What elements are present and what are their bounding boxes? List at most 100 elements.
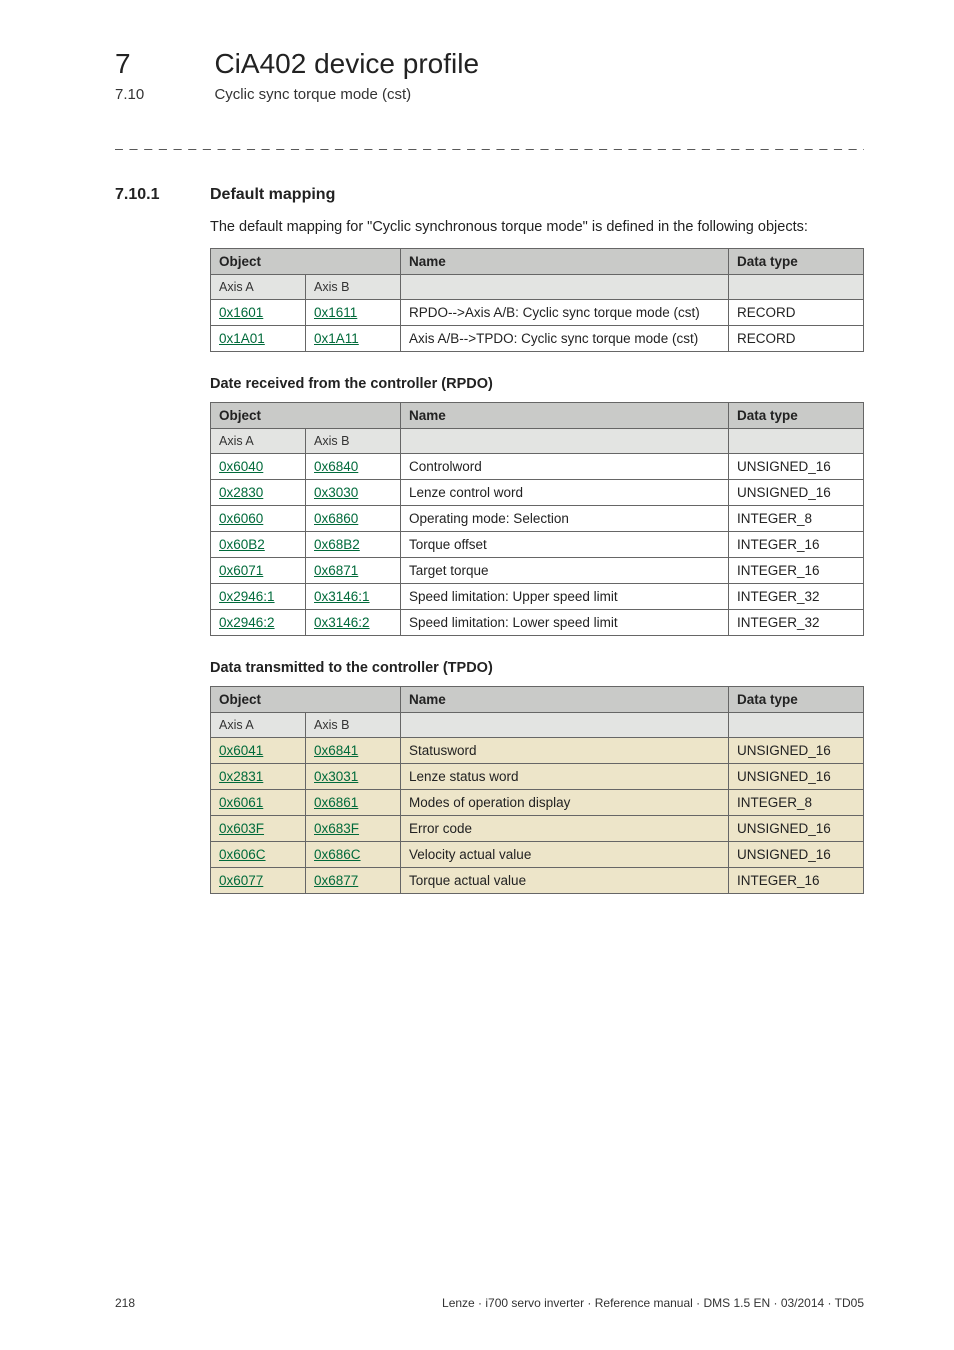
object-link-axis-a[interactable]: 0x2830 [211,479,306,505]
object-datatype: UNSIGNED_16 [729,453,864,479]
object-name: Speed limitation: Lower speed limit [401,609,729,635]
col-name: Name [401,402,729,428]
object-datatype: UNSIGNED_16 [729,841,864,867]
object-datatype: INTEGER_8 [729,789,864,815]
object-name: Axis A/B-->TPDO: Cyclic sync torque mode… [401,325,729,351]
table-row: 0x16010x1611RPDO-->Axis A/B: Cyclic sync… [211,299,864,325]
object-link-axis-b[interactable]: 0x683F [306,815,401,841]
object-name: Target torque [401,557,729,583]
object-link-axis-a[interactable]: 0x603F [211,815,306,841]
object-datatype: INTEGER_16 [729,867,864,893]
intro-paragraph: The default mapping for "Cyclic synchron… [210,218,864,238]
object-link-axis-a[interactable]: 0x1601 [211,299,306,325]
col-axis-b: Axis B [306,712,401,737]
object-name: Lenze status word [401,763,729,789]
table-row: 0x606C0x686CVelocity actual valueUNSIGNE… [211,841,864,867]
divider: _ _ _ _ _ _ _ _ _ _ _ _ _ _ _ _ _ _ _ _ … [115,134,864,150]
table-row: 0x60710x6871Target torqueINTEGER_16 [211,557,864,583]
object-link-axis-b[interactable]: 0x3031 [306,763,401,789]
table-row: 0x603F0x683FError codeUNSIGNED_16 [211,815,864,841]
col-object: Object [211,686,401,712]
object-datatype: UNSIGNED_16 [729,815,864,841]
mapping-table-body: 0x16010x1611RPDO-->Axis A/B: Cyclic sync… [211,299,864,351]
object-link-axis-a[interactable]: 0x2831 [211,763,306,789]
object-link-axis-a[interactable]: 0x2946:1 [211,583,306,609]
object-datatype: UNSIGNED_16 [729,479,864,505]
subsection-number: 7.10.1 [115,186,210,204]
object-name: Statusword [401,737,729,763]
object-link-axis-b[interactable]: 0x68B2 [306,531,401,557]
object-name: Modes of operation display [401,789,729,815]
col-name: Name [401,248,729,274]
col-axis-b: Axis B [306,274,401,299]
object-name: Lenze control word [401,479,729,505]
page-number: 218 [115,1296,135,1310]
object-datatype: INTEGER_16 [729,531,864,557]
object-name: Error code [401,815,729,841]
table-row: 0x28300x3030Lenze control wordUNSIGNED_1… [211,479,864,505]
section-number: 7.10 [115,86,210,103]
object-name: Velocity actual value [401,841,729,867]
object-link-axis-a[interactable]: 0x6060 [211,505,306,531]
object-link-axis-b[interactable]: 0x1611 [306,299,401,325]
col-axis-a: Axis A [211,274,306,299]
object-link-axis-a[interactable]: 0x1A01 [211,325,306,351]
mapping-table: Object Name Data type Axis A Axis B 0x16… [210,248,864,352]
col-object: Object [211,402,401,428]
object-name: Torque actual value [401,867,729,893]
object-name: Operating mode: Selection [401,505,729,531]
object-link-axis-b[interactable]: 0x6860 [306,505,401,531]
table-row: 0x60600x6860Operating mode: SelectionINT… [211,505,864,531]
object-link-axis-a[interactable]: 0x606C [211,841,306,867]
object-datatype: INTEGER_32 [729,609,864,635]
tpdo-table-body: 0x60410x6841StatuswordUNSIGNED_160x28310… [211,737,864,893]
object-name: Speed limitation: Upper speed limit [401,583,729,609]
subsection-heading: 7.10.1 Default mapping [115,186,864,204]
object-datatype: INTEGER_8 [729,505,864,531]
object-name: Torque offset [401,531,729,557]
table-row: 0x28310x3031Lenze status wordUNSIGNED_16 [211,763,864,789]
object-link-axis-b[interactable]: 0x6840 [306,453,401,479]
table-row: 0x60410x6841StatuswordUNSIGNED_16 [211,737,864,763]
object-datatype: RECORD [729,299,864,325]
table-row: 0x2946:20x3146:2Speed limitation: Lower … [211,609,864,635]
doc-id: Lenze · i700 servo inverter · Reference … [442,1296,864,1310]
col-datatype: Data type [729,402,864,428]
col-axis-a: Axis A [211,428,306,453]
subsection-title: Default mapping [210,186,335,204]
object-link-axis-a[interactable]: 0x6040 [211,453,306,479]
object-link-axis-a[interactable]: 0x6061 [211,789,306,815]
chapter-heading: 7 CiA402 device profile [115,48,864,80]
section-title: Cyclic sync torque mode (cst) [214,86,411,103]
col-object: Object [211,248,401,274]
object-link-axis-a[interactable]: 0x6041 [211,737,306,763]
rpdo-heading: Date received from the controller (RPDO) [210,376,864,392]
object-link-axis-a[interactable]: 0x6077 [211,867,306,893]
object-link-axis-b[interactable]: 0x3030 [306,479,401,505]
chapter-number: 7 [115,48,210,80]
section-heading: 7.10 Cyclic sync torque mode (cst) [115,86,864,104]
object-datatype: UNSIGNED_16 [729,737,864,763]
col-datatype: Data type [729,686,864,712]
object-link-axis-b[interactable]: 0x3146:2 [306,609,401,635]
tpdo-table: Object Name Data type Axis A Axis B 0x60… [210,686,864,894]
object-link-axis-b[interactable]: 0x3146:1 [306,583,401,609]
object-link-axis-b[interactable]: 0x6861 [306,789,401,815]
object-link-axis-b[interactable]: 0x686C [306,841,401,867]
object-datatype: UNSIGNED_16 [729,763,864,789]
rpdo-table: Object Name Data type Axis A Axis B 0x60… [210,402,864,636]
object-link-axis-b[interactable]: 0x6877 [306,867,401,893]
table-row: 0x60B20x68B2Torque offsetINTEGER_16 [211,531,864,557]
object-link-axis-b[interactable]: 0x6841 [306,737,401,763]
table-row: 0x60400x6840ControlwordUNSIGNED_16 [211,453,864,479]
col-axis-b: Axis B [306,428,401,453]
page-footer: 218 Lenze · i700 servo inverter · Refere… [115,1296,864,1310]
object-link-axis-a[interactable]: 0x60B2 [211,531,306,557]
table-row: 0x1A010x1A11Axis A/B-->TPDO: Cyclic sync… [211,325,864,351]
object-link-axis-b[interactable]: 0x1A11 [306,325,401,351]
object-link-axis-a[interactable]: 0x6071 [211,557,306,583]
object-datatype: INTEGER_32 [729,583,864,609]
col-axis-a: Axis A [211,712,306,737]
object-link-axis-a[interactable]: 0x2946:2 [211,609,306,635]
object-link-axis-b[interactable]: 0x6871 [306,557,401,583]
